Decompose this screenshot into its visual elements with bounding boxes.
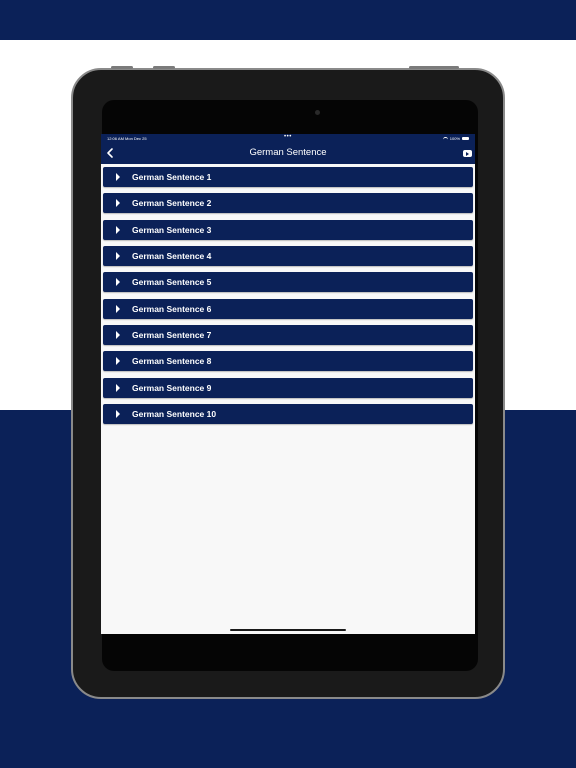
list-item[interactable]: German Sentence 2: [103, 193, 473, 214]
list-item-label: German Sentence 1: [132, 172, 212, 182]
list-item[interactable]: German Sentence 6: [103, 298, 473, 319]
list-item[interactable]: German Sentence 3: [103, 219, 473, 240]
chevron-left-icon[interactable]: [106, 147, 116, 159]
caret-right-icon: [116, 304, 120, 313]
caret-right-icon: [116, 357, 120, 366]
list-item[interactable]: German Sentence 4: [103, 246, 473, 267]
status-bar: 12:06 AM Mon Dec 25 ••• 100%: [101, 134, 475, 143]
youtube-icon[interactable]: [463, 150, 472, 157]
wifi-icon: [442, 136, 448, 141]
caret-right-icon: [116, 331, 120, 340]
status-time: 12:06 AM Mon Dec 25: [107, 136, 147, 141]
caret-right-icon: [116, 252, 120, 261]
battery-percent: 100%: [449, 136, 460, 141]
list-item-label: German Sentence 5: [132, 277, 212, 288]
power-button: [409, 66, 459, 69]
page-title: German Sentence: [249, 147, 327, 158]
caret-right-icon: [116, 383, 120, 392]
list-item-label: German Sentence 4: [132, 251, 212, 262]
sentence-list: German Sentence 1 German Sentence 2 Germ…: [103, 167, 473, 430]
multitasking-dots[interactable]: •••: [284, 134, 292, 140]
list-item[interactable]: German Sentence 9: [103, 377, 473, 398]
list-item-label: German Sentence 9: [132, 382, 212, 393]
list-item-label: German Sentence 6: [132, 303, 212, 314]
caret-right-icon: [116, 173, 120, 181]
list-item-label: German Sentence 3: [132, 224, 212, 235]
status-right: 100%: [442, 136, 469, 141]
list-item-label: German Sentence 8: [132, 356, 212, 367]
camera-icon: [315, 110, 320, 115]
list-item[interactable]: German Sentence 10: [103, 404, 473, 425]
caret-right-icon: [116, 410, 120, 419]
list-item[interactable]: German Sentence 5: [103, 272, 473, 293]
list-item[interactable]: German Sentence 8: [103, 351, 473, 372]
list-item-label: German Sentence 7: [132, 330, 212, 341]
caret-right-icon: [116, 278, 120, 287]
navigation-bar: German Sentence: [101, 143, 475, 164]
caret-right-icon: [116, 225, 120, 234]
battery-icon: [462, 137, 469, 140]
app-screen: 12:06 AM Mon Dec 25 ••• 100% German Sent…: [101, 134, 475, 634]
caret-right-icon: [116, 199, 120, 208]
volume-button: [111, 66, 133, 69]
list-item[interactable]: German Sentence 7: [103, 325, 473, 346]
volume-button: [153, 66, 175, 69]
list-item[interactable]: German Sentence 1: [103, 167, 473, 187]
top-color-band: [0, 0, 576, 40]
list-item-label: German Sentence 2: [132, 198, 212, 209]
home-indicator[interactable]: [230, 629, 346, 631]
list-item-label: German Sentence 10: [132, 409, 217, 420]
